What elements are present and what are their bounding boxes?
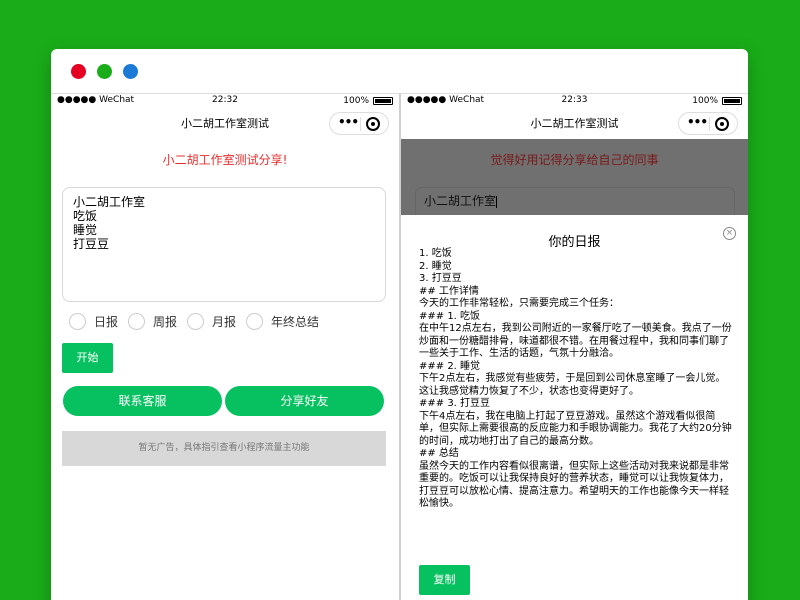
- capsule-divider: [360, 117, 361, 131]
- radio-circle-icon[interactable]: [128, 313, 146, 330]
- status-bar: ●●●●● WeChat 22:33 100%: [401, 93, 748, 107]
- report-line: 在中午12点左右，我到公司附近的一家餐厅吃了一顿美食。我点了一份炒面和一份糖醋排…: [419, 323, 732, 359]
- radio-weekly[interactable]: 周报: [128, 313, 177, 330]
- share-tip: 觉得好用记得分享给自己的同事: [490, 153, 659, 167]
- more-icon[interactable]: •••: [687, 115, 708, 129]
- task-input[interactable]: 小二胡工作室: [415, 187, 735, 215]
- maximize-window-button[interactable]: [123, 64, 138, 79]
- text-caret: [496, 195, 498, 208]
- radio-yearly[interactable]: 年终总结: [246, 313, 319, 330]
- report-type-radio-group: 日报 周报 月报 年终总结: [69, 313, 329, 330]
- report-line: 3. 打豆豆: [419, 273, 462, 284]
- radio-label: 月报: [212, 315, 237, 329]
- miniprogram-capsule: •••: [329, 112, 389, 135]
- radio-circle-icon[interactable]: [187, 313, 205, 330]
- report-sheet: 你的日报 × 1. 吃饭 2. 睡觉 3. 打豆豆 ## 工作详情 今天的工作非…: [401, 215, 748, 600]
- report-content: 1. 吃饭 2. 睡觉 3. 打豆豆 ## 工作详情 今天的工作非常轻松，只需要…: [419, 248, 733, 511]
- minimize-window-button[interactable]: [97, 64, 112, 79]
- report-line: 虽然今天的工作内容看似很离谱，但实际上这些活动对我来说都是非常重要的。吃饭可以让…: [419, 460, 729, 510]
- report-line: 下午4点左右，我在电脑上打起了豆豆游戏。虽然这个游戏看似很简单，但实际上需要很高…: [419, 410, 732, 447]
- report-line: ### 3. 打豆豆: [419, 398, 491, 409]
- report-line: 今天的工作非常轻松，只需要完成三个任务：: [419, 298, 619, 309]
- share-friends-button[interactable]: 分享好友: [225, 386, 384, 416]
- app-window: ●●●●● WeChat 22:32 100% 小二胡工作室测试 ••• 小二胡…: [51, 49, 748, 600]
- radio-circle-icon[interactable]: [246, 313, 264, 330]
- radio-label: 周报: [153, 315, 178, 329]
- radio-label: 日报: [94, 315, 119, 329]
- input-line: 吃饭: [73, 209, 98, 223]
- right-phone-screen: ●●●●● WeChat 22:33 100% 小二胡工作室测试 ••• 觉得好…: [399, 93, 748, 600]
- report-line: ### 2. 睡觉: [419, 360, 481, 372]
- close-miniprogram-icon[interactable]: [715, 117, 729, 131]
- share-tip: 小二胡工作室测试分享!: [162, 153, 288, 167]
- radio-daily[interactable]: 日报: [69, 313, 118, 330]
- radio-circle-icon[interactable]: [69, 313, 86, 330]
- battery-icon: [373, 97, 393, 105]
- input-line: 小二胡工作室: [73, 195, 146, 209]
- copy-button[interactable]: 复制: [419, 565, 470, 595]
- radio-label: 年终总结: [271, 315, 320, 329]
- capsule-divider: [709, 117, 710, 131]
- report-line: ## 工作详情: [419, 285, 479, 297]
- report-line: 2. 睡觉: [419, 260, 452, 272]
- close-miniprogram-icon[interactable]: [366, 117, 380, 131]
- report-line: ## 总结: [419, 448, 459, 459]
- start-button[interactable]: 开始: [62, 343, 113, 373]
- status-bar: ●●●●● WeChat 22:32 100%: [51, 93, 399, 107]
- close-window-button[interactable]: [71, 64, 86, 79]
- more-icon[interactable]: •••: [338, 115, 359, 129]
- report-line: ### 1. 吃饭: [419, 310, 481, 322]
- battery-icon: [722, 97, 742, 105]
- input-line: 睡觉: [73, 223, 98, 237]
- miniprogram-capsule: •••: [678, 112, 738, 135]
- left-phone-screen: ●●●●● WeChat 22:32 100% 小二胡工作室测试 ••• 小二胡…: [51, 93, 399, 600]
- contact-support-button[interactable]: 联系客服: [63, 386, 222, 416]
- battery-percent: 100%: [343, 96, 369, 106]
- input-value: 小二胡工作室: [424, 194, 497, 208]
- input-line: 打豆豆: [73, 237, 110, 251]
- radio-monthly[interactable]: 月报: [187, 313, 236, 330]
- report-line: 下午2点左右，我感觉有些疲劳，于是回到公司休息室睡了一会儿觉。这让我感觉精力恢复…: [419, 373, 726, 397]
- nav-bar: 小二胡工作室测试 •••: [51, 107, 399, 139]
- nav-bar: 小二胡工作室测试 •••: [401, 107, 748, 139]
- close-icon[interactable]: ×: [723, 227, 736, 240]
- window-titlebar: [51, 49, 748, 93]
- battery-percent: 100%: [692, 96, 718, 106]
- ad-placeholder: 暂无广告，具体指引查看小程序流量主功能: [62, 431, 386, 466]
- report-line: 1. 吃饭: [419, 248, 452, 259]
- task-input[interactable]: 小二胡工作室 吃饭 睡觉 打豆豆: [62, 187, 386, 302]
